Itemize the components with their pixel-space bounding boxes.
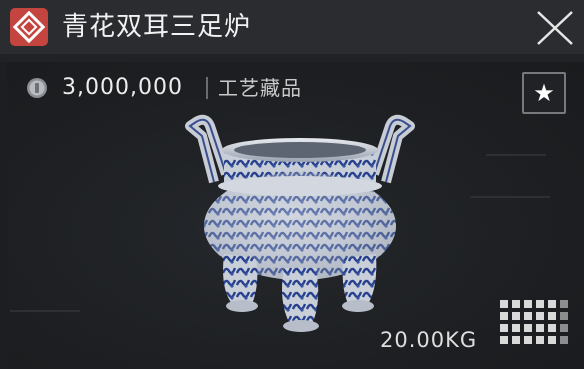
background-line: [486, 154, 546, 156]
background-line: [10, 310, 80, 312]
censer-image: [185, 114, 415, 332]
close-icon: [537, 11, 573, 45]
coin-icon: [27, 78, 47, 98]
background-line: [470, 196, 550, 198]
item-weight: 20.00KG: [380, 328, 478, 352]
grid-size-icon: [500, 300, 568, 344]
item-title: 青花双耳三足炉: [62, 12, 252, 42]
item-badge: [10, 8, 48, 46]
item-price: 3,000,000: [62, 75, 183, 100]
favorite-button[interactable]: ★: [522, 72, 566, 114]
star-icon: ★: [533, 79, 555, 107]
price-divider: [206, 77, 208, 99]
close-button[interactable]: [534, 8, 576, 48]
diamond-icon: [12, 10, 46, 44]
header-divider: [0, 54, 584, 62]
item-detail-card: 青花双耳三足炉 3,000,000 工艺藏品 ★ 20.00KG: [0, 0, 584, 369]
item-category: 工艺藏品: [218, 76, 302, 100]
